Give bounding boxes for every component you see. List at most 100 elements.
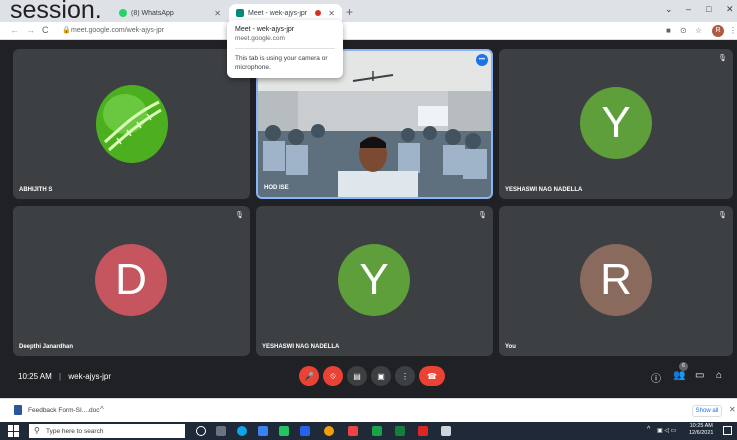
- app-icon[interactable]: [372, 426, 382, 436]
- more-vertical-icon: ⋮: [401, 371, 409, 381]
- task-view-icon[interactable]: [216, 426, 226, 436]
- mic-off-icon: 🎙: [478, 212, 487, 219]
- close-icon[interactable]: ✕: [214, 9, 221, 18]
- calculator-icon[interactable]: [441, 426, 451, 436]
- avatar: Y: [580, 87, 652, 159]
- participant-name: YESHASWI NAG NADELLA: [505, 187, 583, 193]
- people-icon[interactable]: 👥: [673, 370, 685, 381]
- captions-icon: ▤: [353, 371, 361, 381]
- share-icon[interactable]: ⊙: [680, 26, 687, 35]
- chevron-up-icon[interactable]: ^: [647, 426, 650, 433]
- participant-name: Deepthi Janardhan: [19, 344, 74, 350]
- app-icon[interactable]: [279, 426, 289, 436]
- taskbar-clock[interactable]: 10:25 AM 12/6/2021: [689, 423, 713, 437]
- meeting-details: 10:25 AM | wek-ajys-jpr: [18, 372, 111, 381]
- new-tab-button[interactable]: +: [346, 5, 353, 19]
- word-icon[interactable]: [300, 426, 310, 436]
- separator: |: [59, 372, 62, 381]
- present-button[interactable]: ▣: [371, 366, 391, 386]
- mic-off-icon: 🎙: [718, 212, 727, 219]
- tab-label: Meet - wek-ajys-jpr: [248, 9, 308, 17]
- mic-toggle-button[interactable]: 🎤: [299, 366, 319, 386]
- windows-taskbar: ⚲ Type here to search ^ ▣ ◁ ▭ 10:25 AM 1…: [0, 422, 737, 440]
- taskbar-search-box[interactable]: ⚲ Type here to search: [29, 424, 185, 438]
- participant-name: ABHIJITH S: [19, 187, 53, 193]
- reload-icon[interactable]: C: [42, 25, 49, 35]
- avatar-initial: R: [600, 255, 632, 304]
- tab-search-icon[interactable]: ⌄: [665, 4, 673, 15]
- leave-call-button[interactable]: ☎: [419, 366, 445, 386]
- participant-name: YESHASWI NAG NADELLA: [262, 344, 340, 350]
- profile-avatar[interactable]: R: [712, 25, 724, 37]
- participant-tile[interactable]: 🎙 Y YESHASWI NAG NADELLA: [256, 206, 493, 356]
- meeting-time: 10:25 AM: [18, 372, 52, 381]
- participant-tile[interactable]: 🎙 D Deepthi Janardhan: [13, 206, 250, 356]
- tab-label: (8) WhatsApp: [131, 9, 174, 17]
- minimize-button[interactable]: –: [686, 4, 691, 14]
- tab-whatsapp[interactable]: (8) WhatsApp ✕: [112, 4, 228, 22]
- chevron-up-icon[interactable]: ^: [100, 405, 104, 414]
- windows-start-icon[interactable]: [8, 425, 20, 437]
- hangup-icon: ☎: [427, 371, 437, 381]
- close-icon[interactable]: ✕: [729, 405, 736, 414]
- whatsapp-icon: [119, 9, 127, 17]
- meet-icon: [236, 9, 244, 17]
- mic-off-icon: 🎙: [718, 55, 727, 62]
- camera-in-use-icon[interactable]: ■: [666, 26, 671, 35]
- word-document-icon: [14, 405, 22, 415]
- camera-off-icon: ⦸: [330, 371, 336, 380]
- more-options-button[interactable]: ⋮: [395, 366, 415, 386]
- captions-button[interactable]: ▤: [347, 366, 367, 386]
- system-tray-icons[interactable]: ▣ ◁ ▭: [657, 427, 676, 434]
- acrobat-icon[interactable]: [418, 426, 428, 436]
- notification-icon[interactable]: [723, 426, 732, 435]
- avatar-initial: D: [115, 255, 147, 304]
- divider: [235, 48, 335, 49]
- excel-icon[interactable]: [395, 426, 405, 436]
- star-icon[interactable]: ☆: [695, 26, 702, 35]
- menu-icon[interactable]: ⋮: [729, 26, 737, 35]
- dna-avatar-icon: [96, 85, 168, 163]
- edge-icon[interactable]: [237, 426, 247, 436]
- show-all-button[interactable]: Show all: [692, 405, 722, 417]
- cortana-icon[interactable]: [196, 426, 206, 436]
- chat-icon[interactable]: ▭: [695, 370, 704, 381]
- camera-toggle-button[interactable]: ⦸: [323, 366, 343, 386]
- maximize-button[interactable]: □: [706, 4, 711, 14]
- speaking-indicator-icon: •••: [476, 54, 488, 66]
- participant-tile[interactable]: 🎙 R You: [499, 206, 733, 356]
- hover-card-message: This tab is using your camera or microph…: [235, 55, 328, 71]
- participant-name: HOD ISE: [264, 185, 289, 191]
- search-icon: ⚲: [34, 426, 40, 435]
- lock-icon: 🔒: [62, 27, 71, 34]
- download-shelf: Feedback Form-SI....doc ^ Show all ✕: [0, 398, 737, 422]
- mic-off-icon: 🎙: [235, 212, 244, 219]
- recording-dot-icon: [315, 10, 322, 16]
- browser-tab-strip: (8) WhatsApp ✕ Meet - wek-ajys-jpr ✕ + ⌄…: [0, 0, 737, 22]
- participant-tile[interactable]: ABHIJITH S: [13, 49, 250, 199]
- participant-tile[interactable]: 🎙 Y YESHASWI NAG NADELLA: [499, 49, 733, 199]
- overlay-caption: session.: [10, 0, 102, 24]
- activities-icon[interactable]: ⌂: [716, 370, 722, 381]
- powerpoint-icon[interactable]: [348, 426, 358, 436]
- address-bar[interactable]: meet.google.com/wek-ajys-jpr: [71, 27, 164, 34]
- back-arrow-icon[interactable]: ←: [10, 25, 19, 35]
- chrome-icon[interactable]: [324, 426, 334, 436]
- clock-time: 10:25 AM: [689, 423, 713, 429]
- store-icon[interactable]: [258, 426, 268, 436]
- browser-toolbar: ← → C 🔒 meet.google.com/wek-ajys-jpr ■ ⊙…: [0, 22, 737, 40]
- mic-off-icon: 🎤: [304, 371, 314, 381]
- avatar: R: [580, 244, 652, 316]
- meeting-code: wek-ajys-jpr: [68, 372, 112, 381]
- close-icon[interactable]: ✕: [328, 9, 335, 18]
- people-count-badge: 6: [679, 362, 688, 371]
- avatar-initial: Y: [601, 98, 631, 147]
- forward-arrow-icon[interactable]: →: [26, 25, 35, 35]
- close-window-button[interactable]: ✕: [726, 4, 734, 15]
- participant-name: You: [505, 344, 516, 350]
- download-filename[interactable]: Feedback Form-SI....doc: [28, 407, 100, 414]
- clock-date: 12/6/2021: [689, 430, 714, 436]
- meeting-info-icon[interactable]: ⓘ: [651, 370, 661, 385]
- search-placeholder: Type here to search: [46, 428, 104, 435]
- avatar: Y: [338, 244, 410, 316]
